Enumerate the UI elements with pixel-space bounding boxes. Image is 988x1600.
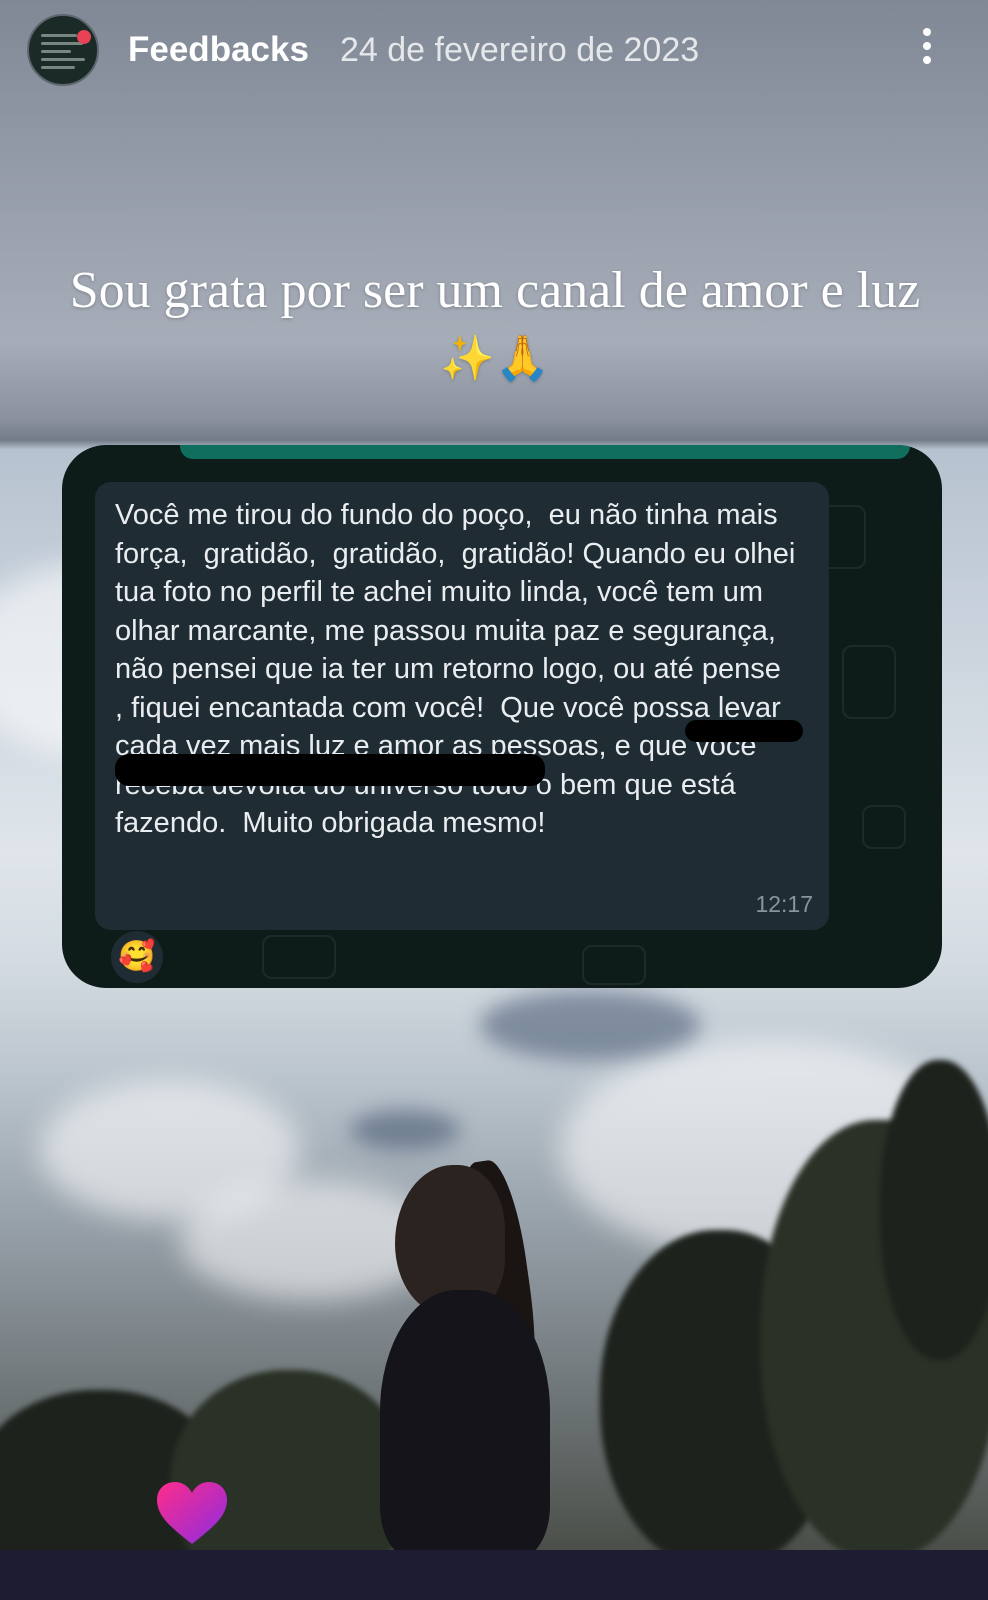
caption-text: Sou grata por ser um canal de amor e luz [69,262,921,319]
message-text: Você me tirou do fundo do poço, eu não t… [115,499,796,839]
smiling-face-with-hearts-icon[interactable]: 🥰 [111,931,163,983]
chat-screenshot-card: Você me tirou do fundo do poço, eu não t… [62,445,942,988]
highlight-title[interactable]: Feedbacks [128,30,309,70]
bottom-navigation-bar [0,1550,988,1600]
story-caption: Sou grata por ser um canal de amor e luz… [40,258,950,392]
redaction-mark [115,754,545,786]
like-heart-icon[interactable] [155,1480,229,1546]
story-header: Feedbacks 24 de fevereiro de 2023 [0,0,988,100]
sparkles-icon: ✨ [440,333,495,384]
highlight-avatar[interactable] [27,14,99,86]
redaction-mark [685,720,803,742]
heart-badge-icon [77,30,91,44]
previous-message-strip [180,445,910,459]
story-date: 24 de fevereiro de 2023 [340,31,700,69]
folded-hands-icon: 🙏 [495,333,550,384]
message-time: 12:17 [755,891,813,917]
more-options-icon[interactable] [920,28,934,68]
message-bubble: Você me tirou do fundo do poço, eu não t… [95,482,829,930]
